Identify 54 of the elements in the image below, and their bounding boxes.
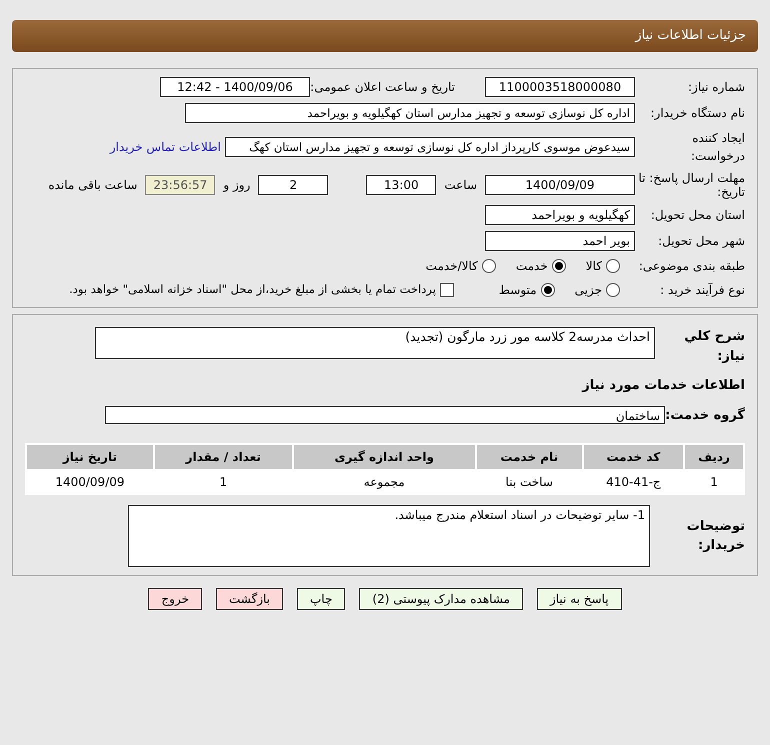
- radio-button[interactable]: [482, 259, 496, 273]
- radio-label: متوسط: [498, 282, 537, 299]
- radio-button[interactable]: [552, 259, 566, 273]
- radio-label: کالا: [586, 258, 602, 275]
- field-label: شرح کلي نیاز:: [683, 328, 745, 366]
- field-value: 2: [258, 175, 328, 195]
- field-label: شماره نیاز:: [687, 79, 745, 96]
- field-label: طبقه بندی موضوعی:: [638, 258, 745, 275]
- field-label: استان محل تحویل:: [650, 207, 745, 224]
- radio-button[interactable]: [606, 283, 620, 297]
- page-title: جزئیات اطلاعات نیاز: [635, 27, 746, 46]
- field-value: کهگیلویه و بویراحمد: [485, 205, 635, 225]
- radio-button[interactable]: [606, 259, 620, 273]
- radio-label: خدمت: [516, 258, 548, 275]
- column-header: تاریخ نیاز: [27, 445, 153, 469]
- column-header: نام خدمت: [476, 445, 582, 469]
- column-header: تعداد / مقدار: [154, 445, 292, 469]
- action-button[interactable]: مشاهده مدارک پیوستی (2): [359, 588, 523, 610]
- field-label: ساعت باقی مانده: [47, 177, 138, 194]
- column-header: ردیف: [685, 445, 743, 469]
- action-button[interactable]: خروج: [148, 588, 202, 610]
- radio-label: کالا/خدمت: [426, 258, 478, 275]
- checkbox-label: پرداخت تمام یا بخشی از مبلغ خرید،از محل "اسناد خزانه اسلامی" خواهد بود.: [69, 281, 436, 298]
- field-value: بویر احمد: [485, 231, 635, 251]
- contact-link[interactable]: اطلاعات تماس خریدار: [110, 138, 221, 156]
- action-button[interactable]: پاسخ به نیاز: [536, 588, 622, 610]
- field-value: 1400/09/09: [485, 175, 635, 195]
- action-button[interactable]: بازگشت: [216, 588, 283, 610]
- radio-label: جزیی: [574, 282, 602, 299]
- field-label: گروه خدمت:: [665, 406, 745, 424]
- countdown: 23:56:57: [145, 175, 216, 195]
- field-label: ایجاد کننده درخواست:: [690, 130, 745, 165]
- field-label: نام دستگاه خریدار:: [650, 105, 745, 122]
- field-value: 1100003518000080: [485, 77, 635, 97]
- field-value: اداره کل نوسازی توسعه و تجهیز مدارس استان کهگیلویه و بویراحمد: [185, 103, 635, 123]
- field-value: سیدعوض موسوی کارپرداز اداره کل نوسازی توسعه و تجهیز مدارس استان کهگ: [225, 137, 635, 157]
- field-value: ساختمان: [105, 406, 665, 424]
- action-button[interactable]: چاپ: [297, 588, 346, 610]
- field-label: شهر محل تحویل:: [657, 233, 745, 250]
- field-label: ساعت: [443, 177, 478, 194]
- radio-button[interactable]: [540, 283, 555, 297]
- notes-field: 1- سایر توضیحات در اسناد استعلام مندرج میباشد.: [128, 505, 650, 567]
- field-label: روز و: [222, 177, 252, 194]
- checkbox[interactable]: [440, 283, 454, 297]
- field-value: 13:00: [366, 175, 436, 195]
- field-label: تاریخ و ساعت اعلان عمومی:: [310, 79, 455, 96]
- field-label: توضیحات خریدار:: [686, 518, 745, 555]
- field-label: نوع فرآیند خرید :: [659, 282, 745, 299]
- field-label: مهلت ارسال پاسخ: تا تاریخ:: [637, 171, 745, 199]
- column-header: واحد اندازه گیری: [294, 445, 475, 469]
- field-value: 1400/09/06 - 12:42: [160, 77, 310, 97]
- section-title: اطلاعات خدمات مورد نیاز: [580, 377, 745, 395]
- column-header: کد خدمت: [584, 445, 684, 469]
- field-value: احداث مدرسه2 کلاسه مور زرد مارگون (تجدید): [95, 327, 655, 359]
